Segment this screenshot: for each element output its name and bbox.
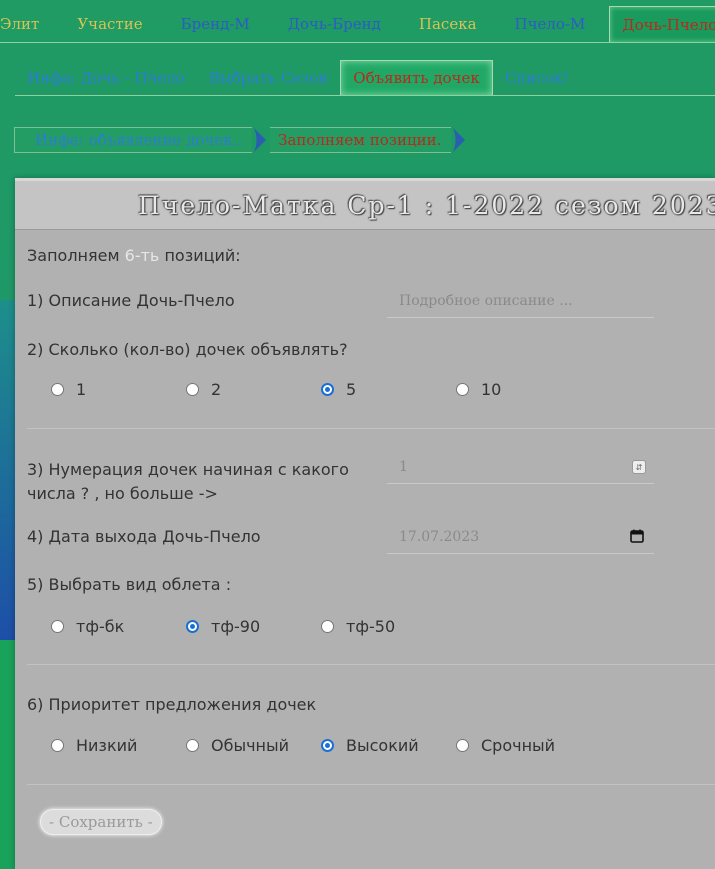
numbering-value: 1 bbox=[399, 458, 408, 475]
radio-dot-selected bbox=[186, 620, 199, 633]
tab-list[interactable]: Список! bbox=[493, 60, 581, 95]
option-label: Срочный bbox=[481, 736, 556, 755]
radio-dot bbox=[456, 383, 469, 396]
count-option-10[interactable]: 10 bbox=[456, 380, 501, 399]
date-value: 17.07.2023 bbox=[399, 528, 480, 545]
tab-bee-m[interactable]: Пчело-М bbox=[491, 6, 598, 42]
main-tabs: Элит Участие Бренд-М Дочь-Бренд Пасека П… bbox=[0, 6, 715, 43]
option-label: тф-50 bbox=[346, 617, 396, 636]
divider bbox=[27, 664, 715, 665]
intro-count: 6-ть bbox=[124, 246, 160, 265]
option-label: Низкий bbox=[76, 736, 138, 755]
tab-info-daughter-bee[interactable]: Инфа: Дочь - Пчело bbox=[15, 60, 197, 95]
count-radio-group: 1 2 5 10 bbox=[51, 380, 651, 404]
sub-tabs: Инфа: Дочь - Пчело Выбрать Сезон Объявит… bbox=[15, 60, 715, 96]
radio-dot bbox=[186, 383, 199, 396]
date-input[interactable]: 17.07.2023 bbox=[387, 520, 654, 554]
tab-participation[interactable]: Участие bbox=[51, 6, 156, 42]
chevron-right-icon bbox=[451, 127, 469, 153]
flight-option-tf-bk[interactable]: тф-бк bbox=[51, 617, 124, 636]
date-label: 4) Дата выхода Дочь-Пчело bbox=[27, 527, 261, 546]
form-intro: Заполняем 6-ть позиций: bbox=[27, 246, 241, 265]
tab-announce-daughters[interactable]: Объявить дочек bbox=[340, 60, 493, 95]
breadcrumb-step-info[interactable]: Инфа: объявление дочек.. bbox=[14, 127, 253, 153]
priority-option-normal[interactable]: Обычный bbox=[186, 736, 289, 755]
intro-prefix: Заполняем bbox=[27, 246, 120, 265]
priority-option-urgent[interactable]: Срочный bbox=[456, 736, 555, 755]
flight-label: 5) Выбрать вид облета : bbox=[27, 575, 232, 594]
radio-dot bbox=[456, 739, 469, 752]
intro-suffix: позиций: bbox=[164, 246, 241, 265]
radio-dot bbox=[51, 383, 64, 396]
calendar-icon[interactable] bbox=[630, 529, 644, 543]
count-option-2[interactable]: 2 bbox=[186, 380, 221, 399]
priority-radio-group: Низкий Обычный Высокий Срочный bbox=[51, 736, 651, 760]
radio-dot bbox=[186, 739, 199, 752]
save-button[interactable]: - Сохранить - bbox=[40, 809, 162, 835]
tab-daughter-brand[interactable]: Дочь-Бренд bbox=[264, 6, 395, 42]
radio-dot bbox=[51, 620, 64, 633]
flight-option-tf-50[interactable]: тф-50 bbox=[321, 617, 395, 636]
tab-daughter-bee[interactable]: Дочь-Пчело bbox=[609, 6, 715, 42]
option-label: 10 bbox=[481, 380, 502, 399]
option-label: 5 bbox=[346, 380, 357, 399]
description-label: 1) Описание Дочь-Пчело bbox=[27, 291, 235, 310]
tab-choose-season[interactable]: Выбрать Сезон bbox=[197, 60, 340, 95]
breadcrumb: Инфа: объявление дочек.. Заполняем позиц… bbox=[14, 127, 469, 153]
numbering-label-line1: 3) Нумерация дочек начиная с какого bbox=[27, 460, 349, 479]
tab-brand-m[interactable]: Бренд-М bbox=[157, 6, 264, 42]
description-input[interactable]: Подробное описание ... bbox=[387, 284, 654, 318]
breadcrumb-step-fill[interactable]: Заполняем позиции. bbox=[270, 127, 452, 153]
flight-radio-group: тф-бк тф-90 тф-50 bbox=[51, 617, 651, 641]
radio-dot-selected bbox=[321, 739, 334, 752]
flight-option-tf-90[interactable]: тф-90 bbox=[186, 617, 260, 636]
priority-option-high[interactable]: Высокий bbox=[321, 736, 419, 755]
chevron-right-icon bbox=[252, 127, 270, 153]
tab-elite[interactable]: Элит bbox=[0, 6, 51, 42]
priority-option-low[interactable]: Низкий bbox=[51, 736, 137, 755]
panel-header: Пчело-Матка Ср-1 : 1-2022 сезом 2023 - 2 bbox=[15, 178, 715, 230]
option-label: 2 bbox=[211, 380, 222, 399]
count-option-1[interactable]: 1 bbox=[51, 380, 86, 399]
option-label: тф-бк bbox=[76, 617, 125, 636]
numbering-label: 3) Нумерация дочек начиная с какого числ… bbox=[27, 458, 349, 506]
numbering-input[interactable]: 1 ⇵ bbox=[387, 450, 654, 484]
divider bbox=[27, 784, 715, 785]
numbering-label-line2: числа ? , но больше -> bbox=[27, 484, 218, 503]
spinner-icon[interactable]: ⇵ bbox=[632, 460, 646, 474]
radio-dot-selected bbox=[321, 383, 334, 396]
count-label: 2) Сколько (кол-во) дочек объявлять? bbox=[27, 340, 348, 359]
option-label: тф-90 bbox=[211, 617, 261, 636]
divider bbox=[27, 428, 715, 429]
radio-dot bbox=[321, 620, 334, 633]
count-option-5[interactable]: 5 bbox=[321, 380, 356, 399]
panel-title: Пчело-Матка Ср-1 : 1-2022 сезом 2023 - 2 bbox=[138, 190, 715, 220]
option-label: 1 bbox=[76, 380, 87, 399]
radio-dot bbox=[51, 739, 64, 752]
announce-form-panel: Пчело-Матка Ср-1 : 1-2022 сезом 2023 - 2… bbox=[15, 178, 715, 869]
tab-apiary[interactable]: Пасека bbox=[395, 6, 491, 42]
option-label: Обычный bbox=[211, 736, 290, 755]
priority-label: 6) Приоритет предложения дочек bbox=[27, 695, 317, 714]
option-label: Высокий bbox=[346, 736, 419, 755]
